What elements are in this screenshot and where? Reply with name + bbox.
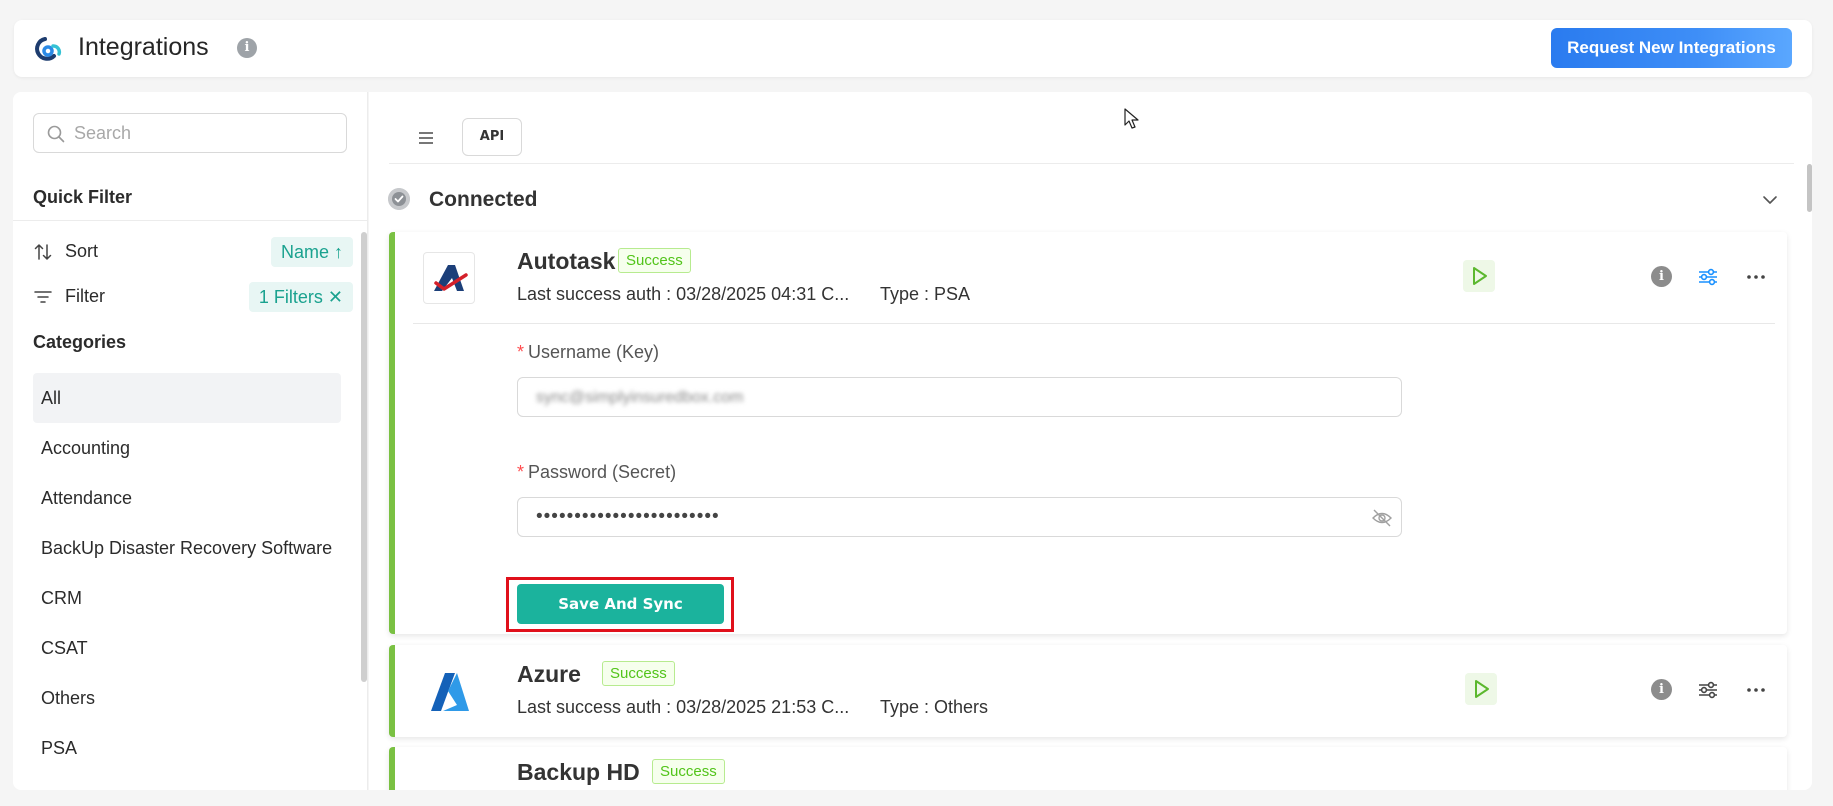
filter-icon bbox=[34, 291, 52, 303]
username-field[interactable]: sync@simplyinsuredbox.com bbox=[517, 377, 1402, 417]
page-title: Integrations bbox=[78, 33, 209, 61]
categories-title: Categories bbox=[33, 332, 127, 352]
more-icon[interactable] bbox=[1745, 679, 1767, 701]
status-badge: Success bbox=[652, 759, 725, 784]
search-box bbox=[33, 113, 347, 153]
category-list: All Accounting Attendance BackUp Disaste… bbox=[33, 373, 341, 773]
integration-card-azure: Azure Success Last success auth : 03/28/… bbox=[389, 645, 1787, 737]
category-item-csat[interactable]: CSAT bbox=[33, 623, 341, 673]
list-icon[interactable] bbox=[416, 128, 436, 148]
category-item-attendance[interactable]: Attendance bbox=[33, 473, 341, 523]
status-badge: Success bbox=[602, 661, 675, 686]
category-item-all[interactable]: All bbox=[33, 373, 341, 423]
divider bbox=[13, 220, 367, 221]
divider bbox=[413, 323, 1775, 324]
settings-sliders-icon[interactable] bbox=[1697, 266, 1719, 288]
sort-icon bbox=[34, 244, 52, 260]
section-title: Connected bbox=[429, 188, 538, 211]
integration-name: Backup HD bbox=[517, 759, 640, 785]
sort-value-pill[interactable]: Name ↑ bbox=[270, 237, 353, 267]
settings-sliders-icon[interactable] bbox=[1697, 679, 1719, 701]
search-icon bbox=[47, 125, 65, 143]
request-new-integrations-button[interactable]: Request New Integrations bbox=[1551, 28, 1792, 68]
type-text: Type : PSA bbox=[880, 284, 971, 304]
category-item-backup[interactable]: BackUp Disaster Recovery Software bbox=[33, 523, 341, 573]
cursor-icon bbox=[1124, 108, 1139, 129]
info-icon[interactable]: i bbox=[237, 38, 257, 58]
type-text: Type : Others bbox=[880, 697, 989, 717]
status-badge: Success bbox=[618, 248, 691, 273]
page-header: Integrations i Request New Integrations bbox=[14, 20, 1812, 77]
category-item-crm[interactable]: CRM bbox=[33, 573, 341, 623]
logo-icon bbox=[35, 37, 62, 61]
quick-filter-title: Quick Filter bbox=[33, 187, 133, 207]
category-item-others[interactable]: Others bbox=[33, 673, 341, 723]
api-icon[interactable]: API bbox=[462, 118, 522, 156]
play-icon[interactable] bbox=[1463, 260, 1495, 292]
info-icon[interactable]: i bbox=[1651, 266, 1672, 287]
category-item-psa[interactable]: PSA bbox=[33, 723, 341, 773]
play-icon[interactable] bbox=[1465, 673, 1497, 705]
eye-off-icon[interactable] bbox=[1371, 508, 1393, 528]
more-icon[interactable] bbox=[1745, 266, 1767, 288]
main-scrollbar[interactable] bbox=[1807, 164, 1812, 212]
filter-row[interactable]: Filter 1 Filters ✕ bbox=[33, 282, 353, 312]
info-icon[interactable]: i bbox=[1651, 679, 1672, 700]
last-auth-text: Last success auth : 03/28/2025 04:31 C..… bbox=[517, 284, 850, 304]
filter-value-pill[interactable]: 1 Filters ✕ bbox=[248, 282, 353, 312]
check-circle-icon bbox=[388, 188, 410, 210]
integration-card-autotask: Autotask Success Last success auth : 03/… bbox=[389, 232, 1787, 634]
sidebar-scrollbar[interactable] bbox=[361, 232, 367, 682]
main-panel: API Connected Autotask Success Last succ… bbox=[369, 92, 1812, 790]
password-value: •••••••••••••••••••••••• bbox=[536, 506, 720, 527]
chevron-down-icon[interactable] bbox=[1762, 192, 1778, 208]
divider bbox=[389, 163, 1794, 164]
category-item-accounting[interactable]: Accounting bbox=[33, 423, 341, 473]
username-label: * Username (Key) bbox=[517, 342, 660, 362]
password-label: * Password (Secret) bbox=[517, 462, 677, 482]
search-input[interactable] bbox=[74, 114, 344, 152]
integration-name: Autotask bbox=[517, 248, 616, 274]
filter-label: Filter bbox=[65, 286, 105, 306]
azure-logo-icon bbox=[431, 673, 469, 711]
last-auth-text: Last success auth : 03/28/2025 21:53 C..… bbox=[517, 697, 850, 717]
autotask-logo-icon bbox=[423, 252, 475, 304]
integration-card-backup: Backup HD Success bbox=[389, 747, 1787, 790]
sort-label: Sort bbox=[65, 241, 99, 261]
password-field[interactable]: •••••••••••••••••••••••• bbox=[517, 497, 1402, 537]
sort-row[interactable]: Sort Name ↑ bbox=[33, 237, 353, 267]
integration-name: Azure bbox=[517, 661, 581, 687]
save-and-sync-button[interactable]: Save And Sync bbox=[517, 584, 724, 624]
sidebar: Quick Filter Sort Name ↑ Filter 1 Filter… bbox=[13, 92, 368, 790]
username-value: sync@simplyinsuredbox.com bbox=[536, 389, 744, 406]
